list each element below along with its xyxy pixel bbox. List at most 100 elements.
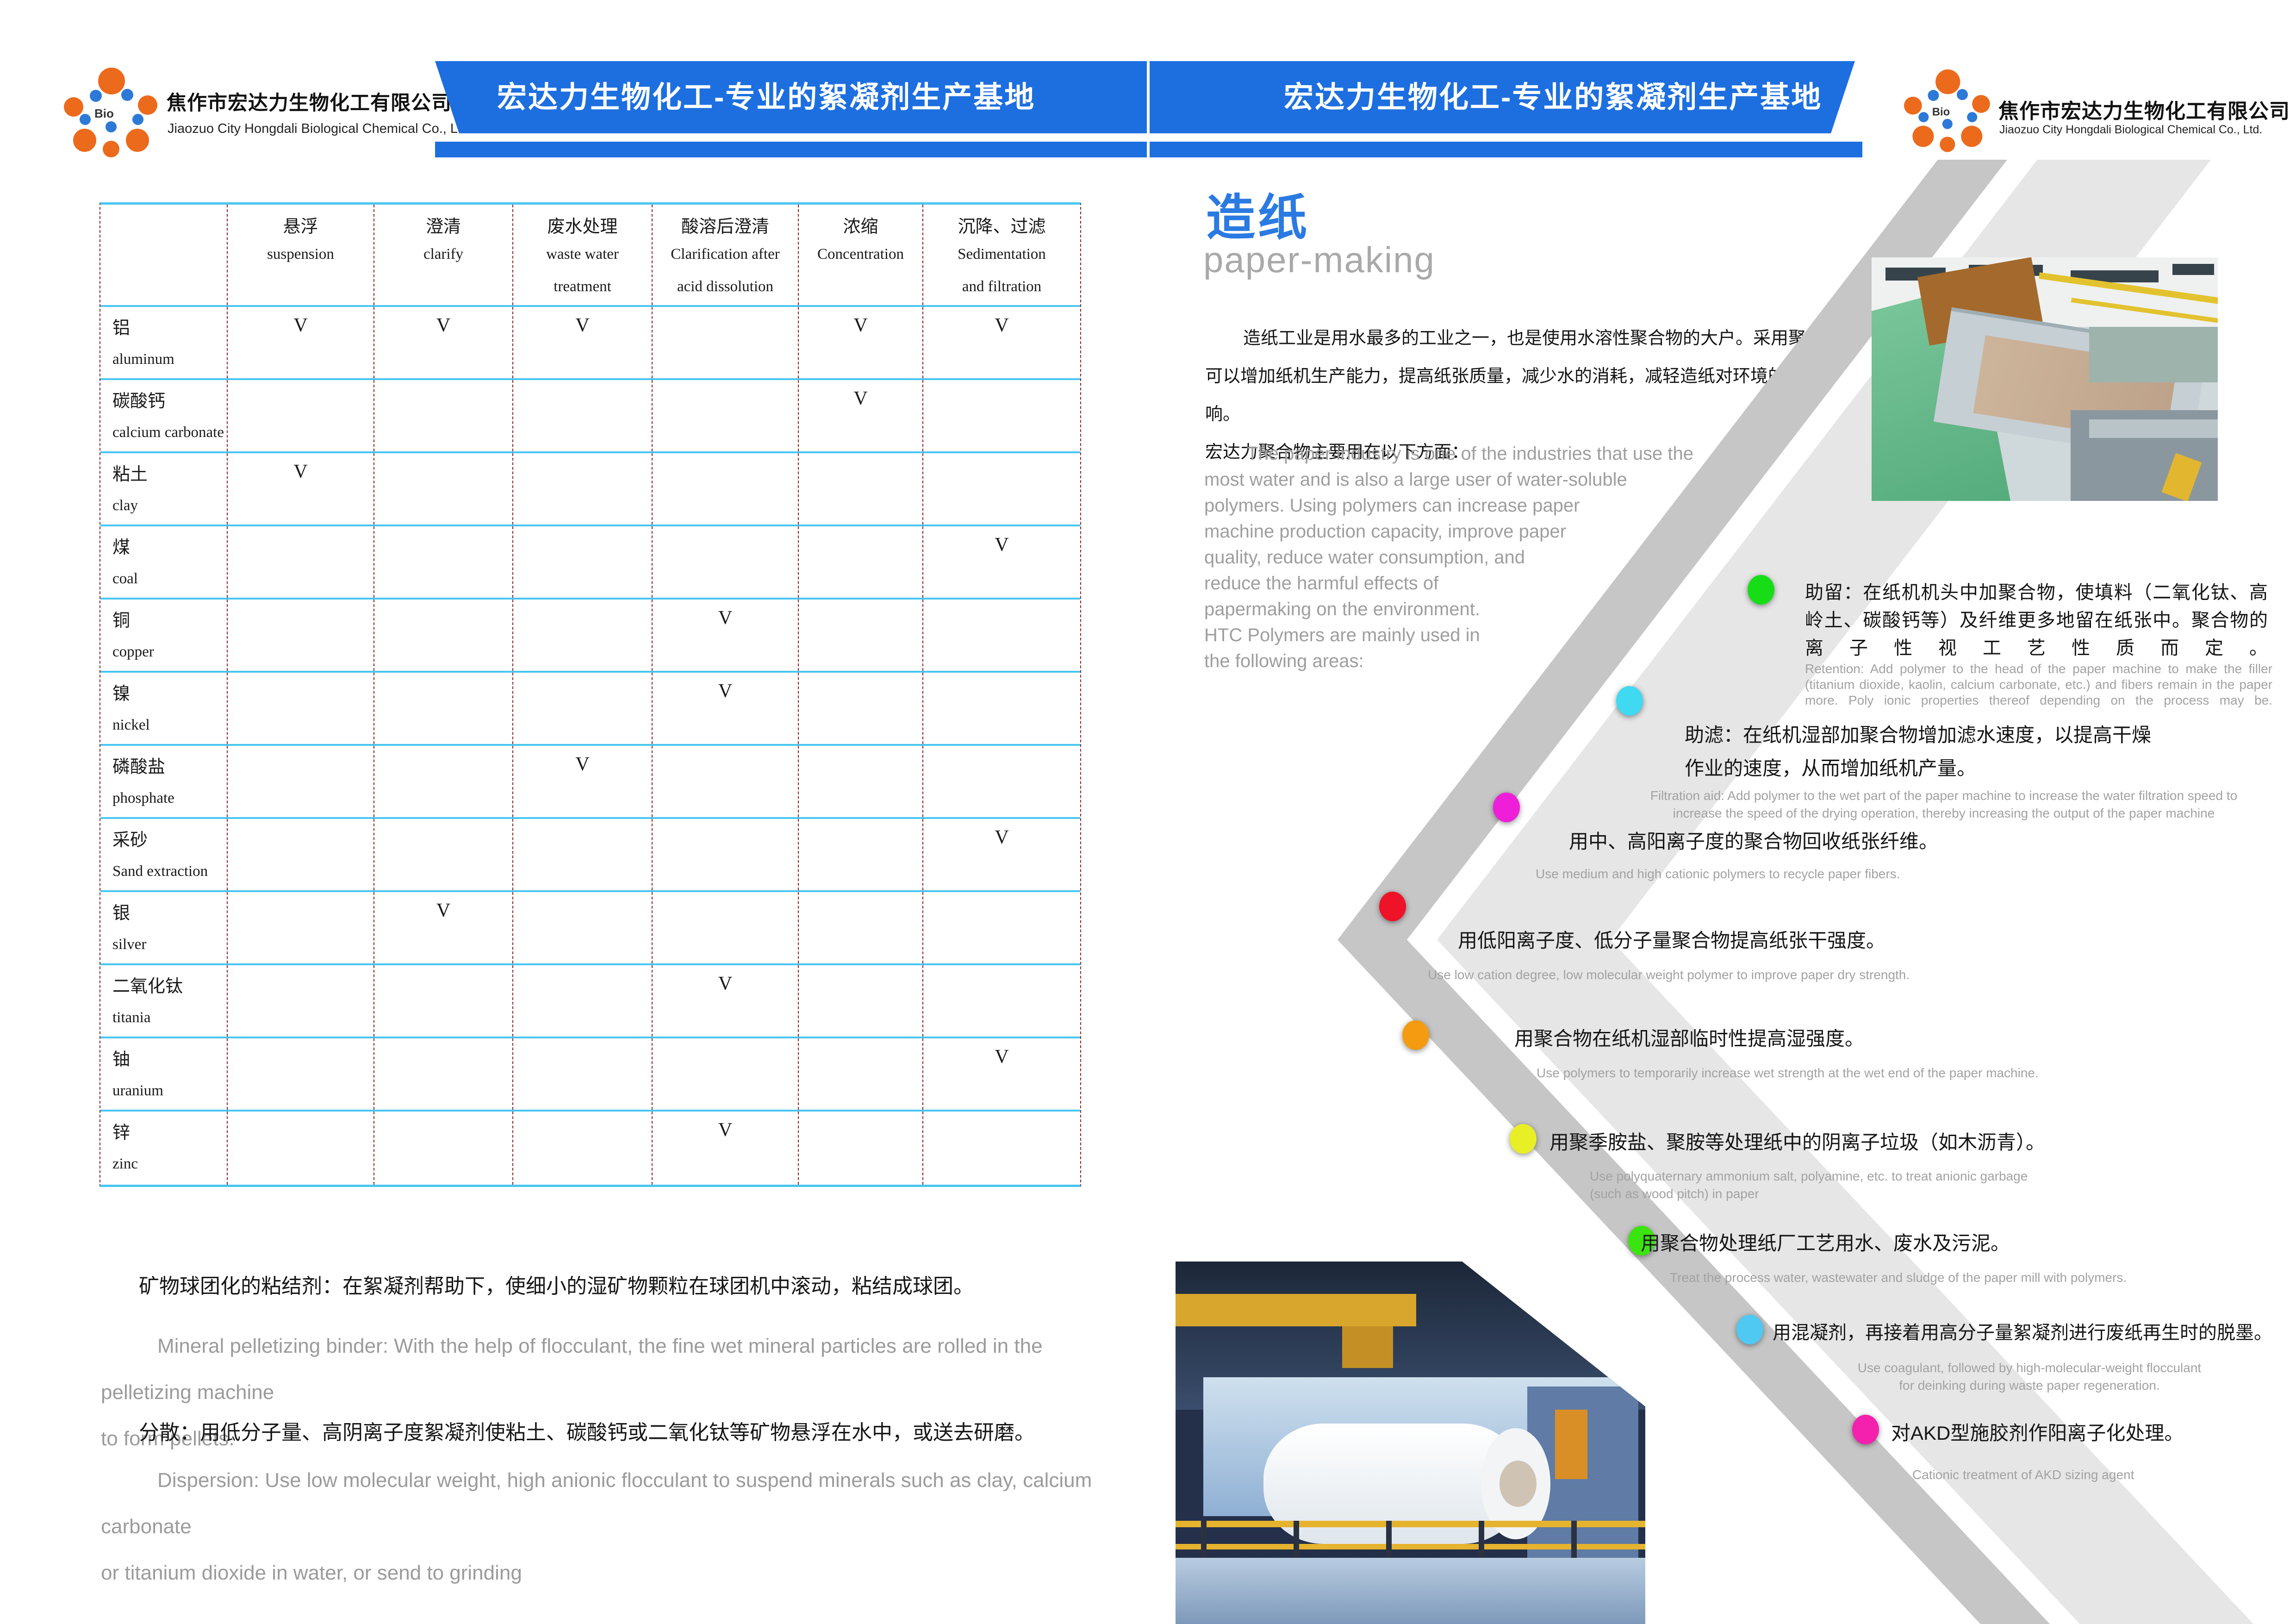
row-label-cell: 铝aluminum: [100, 307, 228, 378]
check-cell: [653, 819, 799, 890]
check-cell: [923, 600, 1080, 671]
bullet-en-line: (such as wood pitch) in paper: [1590, 1185, 2028, 1203]
bullet-cn-line: 岭土、碳酸钙等）及纤维更多地留在纸张中。聚合物的: [1805, 606, 2268, 634]
intro-en-line: machine production capacity, improve pap…: [1204, 518, 1760, 544]
bullet-en-line: Use coagulant, followed by high-molecula…: [1784, 1359, 2275, 1377]
bullet-dot-icon: [1736, 1315, 1763, 1344]
photo-crane-trolley: [1342, 1326, 1393, 1368]
check-cell: [374, 746, 513, 817]
row-label-cell: 锌zinc: [100, 1112, 228, 1185]
bullet-text-cn: 用低阳离子度、低分子量聚合物提高纸张干强度。: [1458, 925, 1885, 953]
bullet-text-cn: 对AKD型施胶剂作阳离子化处理。: [1891, 1418, 2184, 1446]
bullet-en-line: Filtration aid: Add polymer to the wet p…: [1618, 787, 2270, 805]
bullet-cn-line: 用聚合物处理纸厂工艺用水、废水及污泥。: [1641, 1228, 2010, 1256]
check-cell: [653, 380, 799, 451]
page-title-en: paper-making: [1203, 239, 1435, 281]
column-header-cell: 澄清clarify: [374, 205, 513, 305]
column-header-en: treatment: [513, 270, 652, 303]
row-label-cn: 碳酸钙: [112, 387, 227, 412]
check-cell: [513, 1038, 653, 1110]
column-header-cell: 酸溶后澄清Clarification afteracid dissolution: [653, 205, 799, 305]
bullet-text-en: Filtration aid: Add polymer to the wet p…: [1618, 787, 2270, 822]
check-cell: [513, 526, 653, 598]
intro-cn-line: 造纸工业是用水最多的工业之一，也是使用水溶性聚合物的大户。采用聚合物: [1205, 319, 1872, 357]
table-header-row: 悬浮suspension澄清clarify废水处理waste watertrea…: [100, 205, 1080, 307]
check-cell: V: [228, 453, 374, 525]
check-mark: V: [653, 680, 798, 702]
logo-atom: [73, 129, 96, 152]
check-mark: V: [653, 973, 798, 995]
check-mark: V: [653, 607, 798, 629]
table-row: 铝aluminumVVVVV: [100, 307, 1080, 380]
row-label-en: copper: [112, 643, 227, 661]
row-label-en: clay: [112, 497, 227, 514]
row-label-cell: 煤coal: [100, 526, 228, 598]
row-label-en: titania: [112, 1009, 227, 1026]
check-cell: [653, 746, 799, 817]
bullet-cn-line: 作业的速度，从而增加纸机产量。: [1685, 752, 2151, 785]
check-cell: [513, 819, 653, 890]
banner-left: 宏达力生物化工-专业的絮凝剂生产基地: [435, 61, 1147, 133]
bullet-cn-line: 用中、高阳离子度的聚合物回收纸张纤维。: [1569, 826, 1938, 854]
intro-en-line: HTC Polymers are mainly used in: [1204, 622, 1760, 648]
column-header-en: Concentration: [799, 238, 922, 270]
table-row: 锌zinc V: [100, 1112, 1080, 1185]
row-label-cell: 银silver: [100, 892, 228, 963]
bullet-cn-line: 对AKD型施胶剂作阳离子化处理。: [1891, 1418, 2184, 1446]
row-label-cell: 二氧化钛 titania: [100, 965, 228, 1037]
check-mark: V: [923, 826, 1080, 849]
banner-stripe-left: [435, 142, 1147, 157]
logo-atom: [1935, 69, 1960, 94]
check-mark: V: [513, 314, 652, 337]
column-header-cn: 悬浮: [228, 212, 373, 238]
table-row: 二氧化钛 titania V: [100, 965, 1080, 1038]
logo-atom: [1972, 95, 1990, 113]
check-cell: [228, 819, 374, 890]
bullet-en-line: Treat the process water, wastewater and …: [1670, 1270, 2127, 1285]
column-header-en: waste water: [513, 238, 652, 270]
row-label-en: calcium carbonate: [112, 424, 227, 441]
applications-table: 悬浮suspension澄清clarify废水处理waste watertrea…: [100, 202, 1081, 1187]
logo-atom: [1942, 119, 1953, 129]
bullet-text-cn: 用聚季胺盐、聚胺等处理纸中的阴离子垃圾（如木沥青）。: [1549, 1127, 2045, 1155]
company-logo-icon: Bio: [64, 68, 162, 160]
bullet-dot-icon: [1510, 1124, 1537, 1154]
check-cell: V: [799, 307, 923, 378]
check-cell: V: [923, 526, 1080, 598]
bullet-text-cn: 用中、高阳离子度的聚合物回收纸张纤维。: [1569, 826, 1938, 854]
bullet-en-line: Use low cation degree, low molecular wei…: [1428, 968, 1910, 982]
check-cell: [799, 600, 923, 671]
bullet-text-en: Treat the process water, wastewater and …: [1670, 1270, 2127, 1285]
bullet-dot-icon: [1493, 793, 1520, 822]
check-cell: [513, 673, 653, 744]
check-mark: V: [923, 1046, 1080, 1068]
check-cell: V: [228, 307, 374, 378]
logo-atom: [90, 90, 102, 102]
note-en-line: or titanium dioxide in water, or send to…: [101, 1550, 1119, 1596]
row-label-cn: 二氧化钛: [112, 972, 227, 997]
bullet-dot-icon: [1852, 1415, 1879, 1444]
check-cell: V: [513, 307, 653, 378]
logo-atom: [132, 114, 143, 125]
bullet-text-cn: 用聚合物在纸机湿部临时性提高湿强度。: [1514, 1023, 1864, 1051]
check-cell: [228, 600, 374, 671]
column-header-en: clarify: [374, 238, 512, 270]
logo-atom: [1957, 89, 1968, 100]
photo-orange-panel: [1555, 1410, 1587, 1479]
check-cell: V: [653, 965, 799, 1037]
bullet-cn-line: 用聚合物在纸机湿部临时性提高湿强度。: [1514, 1023, 1864, 1051]
table-row: 铀uraniumV: [100, 1038, 1080, 1112]
bullet-cn-line: 助滤：在纸机湿部加聚合物增加滤水速度，以提高干燥: [1685, 718, 2151, 752]
check-cell: V: [653, 1112, 799, 1185]
bullet-text-en: Use polyquaternary ammonium salt, polyam…: [1590, 1168, 2028, 1203]
logo-atom: [80, 114, 91, 125]
logo-atom: [1912, 125, 1934, 147]
photo-floor-deck: [1176, 1558, 1645, 1624]
column-header-en: Sedimentation: [923, 238, 1080, 270]
photo-roll-core: [1500, 1461, 1537, 1507]
check-mark: V: [513, 753, 652, 775]
check-mark: V: [923, 314, 1080, 337]
page-title-cn: 造纸: [1206, 178, 1310, 249]
bullet-text-en: Use coagulant, followed by high-molecula…: [1784, 1359, 2275, 1394]
check-cell: [799, 965, 923, 1037]
